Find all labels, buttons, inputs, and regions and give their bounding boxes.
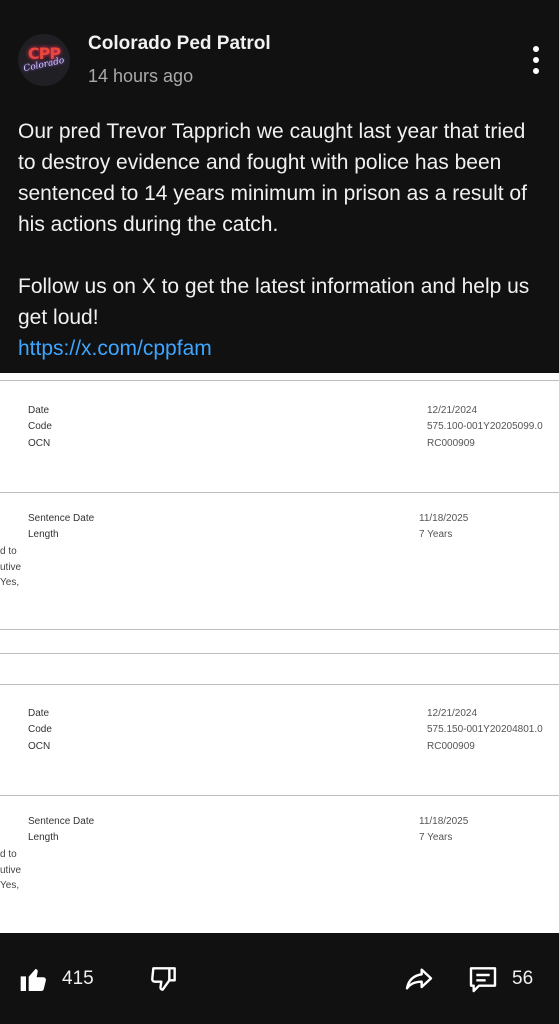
share-button[interactable] xyxy=(402,933,436,1024)
divider xyxy=(0,380,559,381)
text-fragment: Yes, xyxy=(0,577,20,588)
thumbs-up-icon xyxy=(18,963,50,995)
text-fragment: utive xyxy=(0,865,22,876)
length-value: 7 Years xyxy=(419,529,453,540)
divider xyxy=(0,653,559,654)
post-paragraph-1: Our pred Trevor Tapprich we caught last … xyxy=(18,120,527,236)
more-dot xyxy=(533,68,539,74)
ocn-label: OCN xyxy=(28,741,51,752)
ocn-value: RC000909 xyxy=(427,438,475,449)
more-dot xyxy=(533,46,539,52)
date-label: Date xyxy=(28,405,50,416)
dislike-button[interactable] xyxy=(148,933,180,1024)
post-link[interactable]: https://x.com/cppfam xyxy=(18,337,212,360)
more-vertical-icon[interactable] xyxy=(522,42,550,78)
comment-button[interactable]: 56 xyxy=(466,933,533,1024)
date-value: 12/21/2024 xyxy=(427,405,478,416)
divider xyxy=(0,684,559,685)
text-fragment: utive xyxy=(0,562,22,573)
divider xyxy=(0,629,559,630)
ocn-value: RC000909 xyxy=(427,741,475,752)
divider xyxy=(0,492,559,493)
post-timestamp: 14 hours ago xyxy=(88,66,194,86)
text-fragment: d to xyxy=(0,849,17,860)
length-label: Length xyxy=(28,832,59,843)
comment-count: 56 xyxy=(512,967,534,989)
post-paragraph-2: Follow us on X to get the latest informa… xyxy=(18,275,530,329)
sentence-date-label: Sentence Date xyxy=(28,513,95,524)
code-value: 575.150-001Y20204801.0 xyxy=(427,724,543,735)
text-fragment: d to xyxy=(0,546,17,557)
ocn-label: OCN xyxy=(28,438,51,449)
like-count: 415 xyxy=(62,967,94,989)
channel-name[interactable]: Colorado Ped Patrol xyxy=(88,33,271,55)
length-label: Length xyxy=(28,529,59,540)
like-button[interactable]: 415 xyxy=(18,933,94,1024)
date-value: 12/21/2024 xyxy=(427,708,478,719)
text-fragment: Yes, xyxy=(0,880,20,891)
comment-icon xyxy=(466,963,500,995)
channel-avatar[interactable]: CPP Colorado xyxy=(18,34,70,86)
more-dot xyxy=(533,57,539,63)
post-header: CPP Colorado Colorado Ped Patrol 14 hour… xyxy=(0,0,559,110)
sentence-date-label: Sentence Date xyxy=(28,816,95,827)
code-label: Code xyxy=(28,421,52,432)
date-label: Date xyxy=(28,708,50,719)
divider xyxy=(0,795,559,796)
code-label: Code xyxy=(28,724,52,735)
thumbs-down-icon xyxy=(148,963,180,995)
action-bar: 415 56 xyxy=(0,933,559,1024)
post-image-court-document[interactable]: Date Code OCN 12/21/2024 575.100-001Y202… xyxy=(0,373,559,933)
share-icon xyxy=(402,963,436,995)
sentence-date-value: 11/18/2025 xyxy=(419,816,469,827)
sentence-date-value: 11/18/2025 xyxy=(419,513,469,524)
length-value: 7 Years xyxy=(419,832,453,843)
post-body: Our pred Trevor Tapprich we caught last … xyxy=(18,116,543,364)
code-value: 575.100-001Y20205099.0 xyxy=(427,421,543,432)
